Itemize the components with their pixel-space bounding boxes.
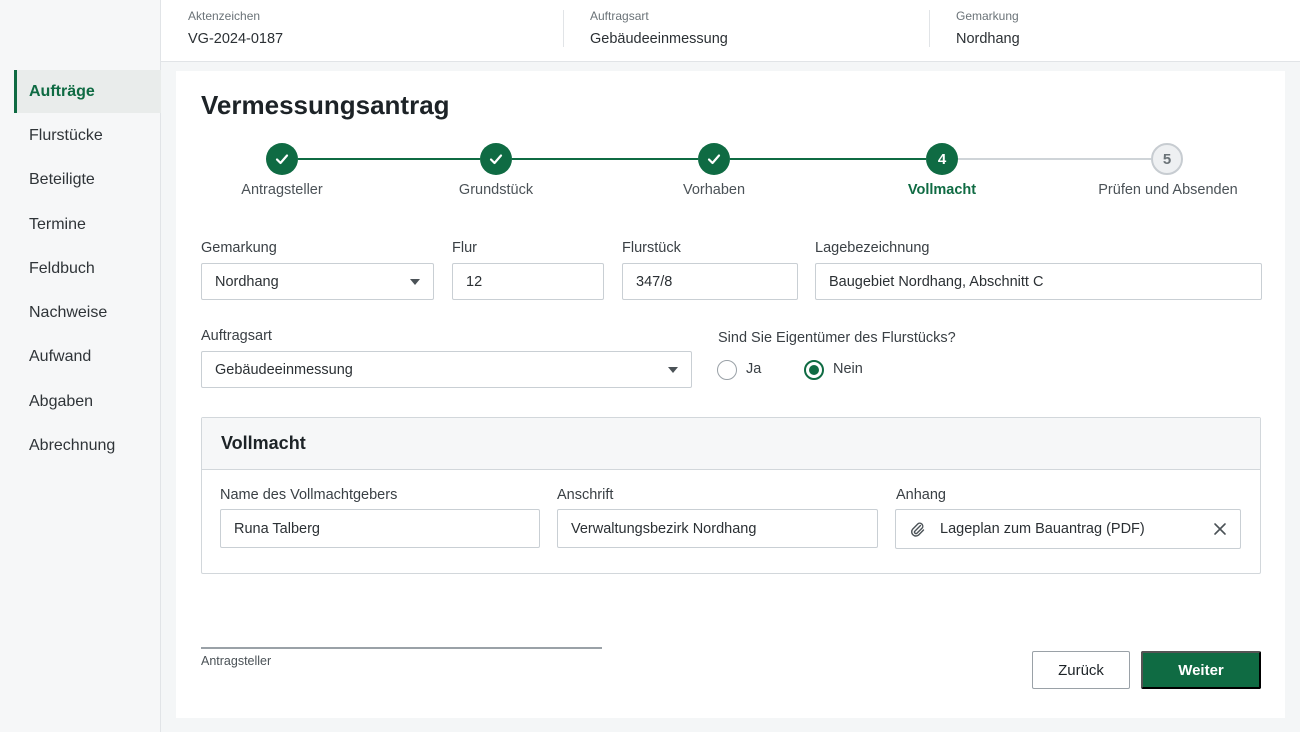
anschrift-value: Verwaltungsbezirk Nordhang (571, 520, 757, 537)
anhang-filename: Lageplan zum Bauantrag (PDF) (940, 521, 1145, 537)
sidebar-item-abrechnung[interactable]: Abrechnung (14, 424, 161, 467)
step-4-label: Vollmacht (907, 182, 977, 198)
header-field-aktenzeichen: Aktenzeichen VG-2024-0187 (188, 9, 283, 47)
back-button[interactable]: Zurück (1032, 651, 1130, 689)
anschrift-label: Anschrift (557, 487, 614, 503)
anschrift-input[interactable]: Verwaltungsbezirk Nordhang (557, 509, 878, 548)
close-icon[interactable] (1212, 521, 1228, 537)
eigentuemer-question: Sind Sie Eigentümer des Flurstücks? (718, 330, 956, 346)
chevron-down-icon (410, 279, 420, 285)
eigentuemer-radio-nein-label[interactable]: Nein (833, 361, 863, 377)
sidebar-item-label: Nachweise (29, 303, 108, 321)
step-5-circle[interactable]: 5 (1151, 143, 1183, 175)
next-button[interactable]: Weiter (1141, 651, 1261, 689)
sidebar-item-label: Termine (29, 215, 86, 233)
anhang-label: Anhang (896, 487, 946, 503)
step-5-label: Prüfen und Absenden (1098, 182, 1238, 198)
vollmachtgeber-name-value: Runa Talberg (234, 520, 320, 537)
lagebezeichnung-value: Baugebiet Nordhang, Abschnitt C (829, 273, 1044, 290)
sidebar-item-label: Aufträge (29, 82, 95, 100)
header-field-value: Nordhang (956, 31, 1020, 47)
sidebar-item-label: Feldbuch (29, 259, 95, 277)
auftragsart-label: Auftragsart (201, 328, 272, 344)
sidebar-item-label: Abgaben (29, 392, 94, 410)
main-card (176, 71, 1285, 718)
stepper-connector (730, 158, 926, 160)
stepper-connector (958, 158, 1151, 160)
sidebar-item-nachweise[interactable]: Nachweise (14, 291, 161, 334)
header-field-label: Gemarkung (956, 9, 1019, 23)
auftragsart-value: Gebäudeeinmessung (215, 361, 353, 378)
flurstueck-label: Flurstück (622, 240, 681, 256)
header-field-value: Gebäudeeinmessung (590, 31, 728, 47)
header-field-label: Aktenzeichen (188, 9, 261, 23)
header-field-gemarkung: Gemarkung Nordhang (956, 9, 1020, 47)
flurstueck-value: 347/8 (636, 273, 673, 290)
sidebar-item-abgaben[interactable]: Abgaben (14, 380, 161, 423)
gemarkung-label: Gemarkung (201, 240, 277, 256)
flur-input[interactable]: 12 (452, 263, 604, 300)
anhang-attachment[interactable]: Lageplan zum Bauantrag (PDF) (895, 509, 1241, 549)
lagebezeichnung-label: Lagebezeichnung (815, 240, 930, 256)
sidebar: Aufträge Flurstücke Beteiligte Termine F… (0, 0, 161, 732)
lagebezeichnung-input[interactable]: Baugebiet Nordhang, Abschnitt C (815, 263, 1262, 300)
header-divider (563, 10, 564, 47)
header-field-value: VG-2024-0187 (188, 31, 284, 47)
signature-label: Antragsteller (201, 654, 272, 668)
flur-label: Flur (452, 240, 477, 256)
case-header: Aktenzeichen VG-2024-0187 Auftragsart Ge… (161, 0, 1300, 62)
sidebar-item-label: Beteiligte (29, 170, 95, 188)
auftragsart-select[interactable]: Gebäudeeinmessung (201, 351, 692, 388)
header-field-auftragsart: Auftragsart Gebäudeeinmessung (590, 9, 728, 47)
check-icon (489, 154, 503, 165)
eigentuemer-radio-ja[interactable] (717, 360, 737, 380)
sidebar-item-beteiligte[interactable]: Beteiligte (14, 158, 161, 201)
stepper-connector (512, 158, 698, 160)
step-2-circle[interactable] (480, 143, 512, 175)
header-divider (929, 10, 930, 47)
step-3-label: Vorhaben (682, 182, 746, 198)
vollmachtgeber-name-input[interactable]: Runa Talberg (220, 509, 540, 548)
sidebar-item-label: Aufwand (29, 347, 92, 365)
sidebar-item-label: Flurstücke (29, 126, 103, 144)
eigentuemer-radio-ja-label[interactable]: Ja (746, 361, 761, 377)
vollmacht-panel-title: Vollmacht (202, 418, 1260, 470)
sidebar-item-termine[interactable]: Termine (14, 203, 161, 246)
flur-value: 12 (466, 273, 483, 290)
step-1-circle[interactable] (266, 143, 298, 175)
page-title: Vermessungsantrag (201, 90, 450, 120)
chevron-down-icon (668, 367, 678, 373)
step-2-label: Grundstück (458, 182, 534, 198)
sidebar-item-feldbuch[interactable]: Feldbuch (14, 247, 161, 290)
header-field-label: Auftragsart (590, 9, 649, 23)
step-1-label: Antragsteller (241, 182, 323, 198)
sidebar-item-flurstuecke[interactable]: Flurstücke (14, 114, 161, 157)
sidebar-item-label: Abrechnung (29, 436, 116, 454)
eigentuemer-radio-nein[interactable] (804, 360, 824, 380)
step-3-circle[interactable] (698, 143, 730, 175)
step-4-circle[interactable]: 4 (926, 143, 958, 175)
stepper-connector (298, 158, 480, 160)
paperclip-icon (911, 522, 925, 537)
sidebar-item-auftraege[interactable]: Aufträge (14, 70, 161, 113)
signature-line (201, 647, 602, 649)
sidebar-item-aufwand[interactable]: Aufwand (14, 335, 161, 378)
gemarkung-value: Nordhang (215, 273, 279, 290)
flurstueck-input[interactable]: 347/8 (622, 263, 798, 300)
vollmachtgeber-name-label: Name des Vollmachtgebers (220, 487, 398, 503)
check-icon (275, 154, 289, 165)
check-icon (707, 154, 721, 165)
gemarkung-select[interactable]: Nordhang (201, 263, 434, 300)
